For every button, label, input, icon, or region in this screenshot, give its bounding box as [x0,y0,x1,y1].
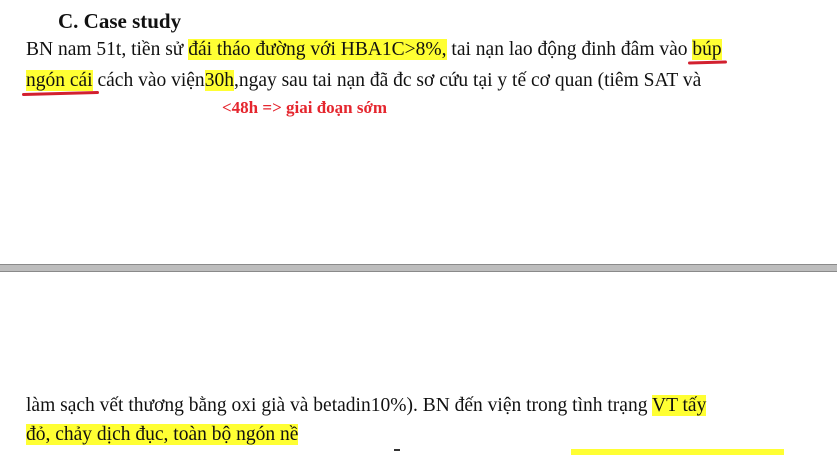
text-run: ,ngay sau tai nạn đã đc sơ cứu tại y tế … [233,70,702,91]
text-run: cách vào viện [92,70,205,91]
cut-off-highlight [571,449,784,455]
highlighted-text: 30h [204,70,234,91]
paragraph-line-2: ngón cái cách vào viện30h,ngay sau tai n… [26,68,701,94]
cut-off-text-fragment [394,449,400,451]
highlighted-underlined-text: ngón cái [26,70,93,91]
highlighted-text: VT tấy [651,395,707,416]
highlighted-text: đái tháo đường với HBA1C>8%, [188,39,447,60]
document-page-top: C. Case study BN nam 51t, tiền sử đái th… [0,0,837,264]
text-run: tai nạn lao động đinh đâm vào [446,39,693,60]
red-annotation: <48h => giai đoạn sớm [222,98,388,117]
highlighted-underlined-text: búp [692,39,722,60]
page-break-divider [0,264,837,272]
paragraph-line-3: làm sạch vết thương bằng oxi già và beta… [26,393,707,419]
paragraph-line-4: đỏ, chảy dịch đục, toàn bộ ngón nề [26,422,299,448]
text-run: làm sạch vết thương bằng oxi già và beta… [26,395,652,416]
paragraph-line-1: BN nam 51t, tiền sử đái tháo đường với H… [26,37,722,63]
highlighted-text: đỏ, chảy dịch đục, toàn bộ ngón nề [26,424,299,445]
text-run: BN nam 51t, tiền sử [26,39,189,60]
section-heading: C. Case study [58,9,182,33]
document-page-bottom: làm sạch vết thương bằng oxi già và beta… [0,272,837,453]
